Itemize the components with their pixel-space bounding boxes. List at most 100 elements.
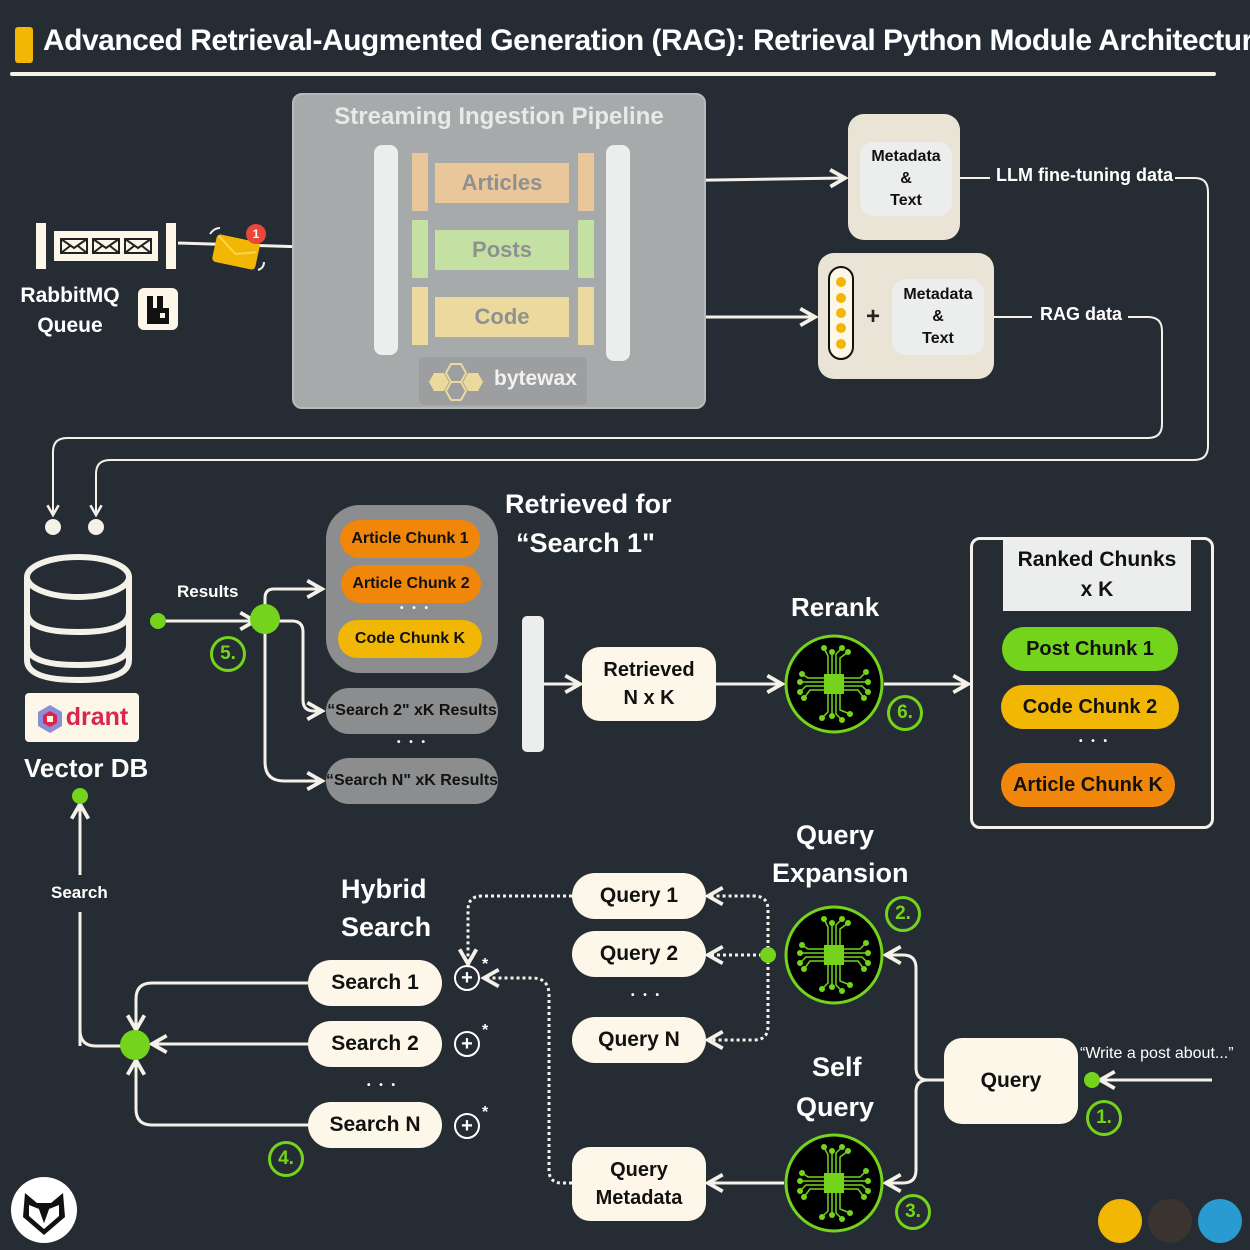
search-n: Search N bbox=[308, 1102, 442, 1148]
results-source-dot bbox=[150, 613, 166, 629]
ranked-ellipsis: • • • bbox=[1079, 736, 1111, 747]
qdrant-wordmark: drant bbox=[65, 703, 129, 731]
posts-stripe-right bbox=[578, 220, 594, 278]
finetune-line3: Text bbox=[890, 192, 922, 209]
ranked-article-chunk-k: Article Chunk K bbox=[1001, 763, 1175, 807]
stream-code: Code bbox=[435, 297, 569, 337]
rabbitmq-logo-icon bbox=[138, 288, 178, 330]
finetune-line2: & bbox=[900, 170, 912, 187]
page-title: Advanced Retrieval-Augmented Generation … bbox=[43, 24, 1250, 57]
author-avatar-3 bbox=[1198, 1199, 1242, 1243]
ranked-post-chunk-1: Post Chunk 1 bbox=[1002, 627, 1178, 671]
chunks-ellipsis: • • • bbox=[400, 603, 432, 614]
query-metadata-line2: Metadata bbox=[595, 1187, 683, 1209]
rag-line3: Text bbox=[922, 330, 954, 347]
bytewax-label: bytewax bbox=[494, 367, 577, 390]
rag-data-label: RAG data bbox=[1040, 304, 1123, 324]
queue-body bbox=[54, 231, 158, 261]
fox-logo-icon bbox=[11, 1177, 77, 1243]
ranked-chunks-header: Ranked Chunks x K bbox=[1003, 539, 1191, 611]
ranked-code-chunk-2: Code Chunk 2 bbox=[1001, 685, 1179, 729]
results-label: Results bbox=[177, 582, 239, 601]
notification-badge: 1 bbox=[246, 224, 266, 244]
query-metadata-box: Query Metadata bbox=[572, 1147, 706, 1221]
db-in-dot-1 bbox=[45, 519, 61, 535]
combine-plus-icon: + bbox=[454, 1031, 480, 1057]
db-search-dot bbox=[72, 788, 88, 804]
query-expansion-title-line2: Expansion bbox=[772, 858, 909, 888]
searchN-to-merge bbox=[125, 1056, 308, 1127]
rag-line1: Metadata bbox=[903, 286, 973, 303]
envelope-icon bbox=[92, 238, 120, 254]
finetune-data-label: LLM fine-tuning data bbox=[996, 165, 1173, 185]
ranked-header-line1: Ranked Chunks bbox=[1017, 548, 1177, 571]
posts-stripe-left bbox=[412, 220, 428, 278]
plus-asterisk: * bbox=[482, 956, 489, 973]
articles-stripe-left bbox=[412, 153, 428, 211]
chunk-code-k: Code Chunk K bbox=[338, 620, 482, 658]
queue-right-cap bbox=[166, 223, 176, 269]
queue-label-line1: RabbitMQ bbox=[20, 284, 120, 307]
bytewax-logo-icon bbox=[429, 363, 483, 401]
retrieved-title-line2: “Search 1" bbox=[516, 528, 655, 558]
qdrant-logo: drant bbox=[25, 693, 139, 742]
step-6-badge: 6. bbox=[887, 695, 923, 731]
query-input-box[interactable]: Query bbox=[944, 1038, 1078, 1124]
vector-db-label: Vector DB bbox=[24, 753, 149, 783]
hybrid-search-title-line1: Hybrid bbox=[341, 874, 427, 904]
query-to-selfquery bbox=[882, 1078, 929, 1194]
search2-results: “Search 2" xK Results bbox=[326, 688, 498, 734]
query-input-label: Query bbox=[980, 1069, 1042, 1092]
expansion-to-queryN bbox=[704, 955, 770, 1051]
ranked-header-line2: x K bbox=[1080, 578, 1114, 601]
results-fanout-node bbox=[250, 604, 280, 634]
retrieved-title-line1: Retrieved for bbox=[505, 489, 672, 519]
results-collector-bar bbox=[522, 616, 544, 752]
self-query-title-line2: Query bbox=[796, 1092, 875, 1122]
combine-plus-icon: + bbox=[454, 965, 480, 991]
bytewax-badge: bytewax bbox=[419, 357, 587, 405]
db-in-dot-2 bbox=[88, 519, 104, 535]
articles-stripe-right bbox=[578, 153, 594, 211]
rerank-label: Rerank bbox=[791, 592, 880, 622]
retrieved-nxk-box: Retrieved N x K bbox=[582, 647, 716, 721]
envelope-icon bbox=[124, 238, 152, 254]
author-avatar-1 bbox=[1098, 1199, 1142, 1243]
plus-asterisk: * bbox=[482, 1104, 489, 1121]
self-query-title-line1: Self bbox=[812, 1052, 862, 1082]
stream-posts: Posts bbox=[435, 230, 569, 270]
database-icon bbox=[24, 554, 132, 684]
chunk-article-2: Article Chunk 2 bbox=[341, 565, 481, 603]
search-label: Search bbox=[51, 883, 108, 902]
self-query-model-chip-icon bbox=[784, 1133, 884, 1238]
rag-line2: & bbox=[932, 308, 944, 325]
title-divider bbox=[10, 72, 1216, 76]
step-5-badge: 5. bbox=[210, 636, 246, 672]
user-prompt-text: “Write a post about...” bbox=[1080, 1045, 1234, 1062]
step-2-badge: 2. bbox=[885, 896, 921, 932]
stream-articles: Articles bbox=[435, 163, 569, 203]
chunk-article-1: Article Chunk 1 bbox=[340, 520, 480, 558]
queue-left-cap bbox=[36, 223, 46, 269]
fanout-bottom bbox=[263, 621, 326, 792]
rag-data-card: + Metadata & Text bbox=[818, 253, 994, 379]
query-expansion-title-line1: Query bbox=[796, 820, 875, 850]
prompt-dot bbox=[1084, 1072, 1100, 1088]
combine-plus-icon: + bbox=[454, 1113, 480, 1139]
pipeline-output-bar bbox=[606, 145, 630, 361]
title-accent-bar bbox=[15, 27, 33, 63]
code-stripe-right bbox=[578, 287, 594, 345]
rerank-model-chip-icon bbox=[784, 634, 884, 739]
fanout-mid bbox=[265, 619, 326, 722]
query1-to-plus bbox=[457, 894, 572, 968]
step-4-badge: 4. bbox=[268, 1141, 304, 1177]
search1-to-merge bbox=[125, 981, 308, 1034]
step-1-badge: 1. bbox=[1086, 1100, 1122, 1136]
qdrant-logo-icon bbox=[37, 704, 62, 733]
queue-label-line2: Queue bbox=[37, 314, 103, 337]
step-3-badge: 3. bbox=[895, 1194, 931, 1230]
retrieved-nxk-line2: N x K bbox=[623, 687, 675, 709]
search-merge-node bbox=[120, 1030, 150, 1060]
query-1: Query 1 bbox=[572, 873, 706, 919]
expansion-to-query1 bbox=[704, 885, 770, 955]
